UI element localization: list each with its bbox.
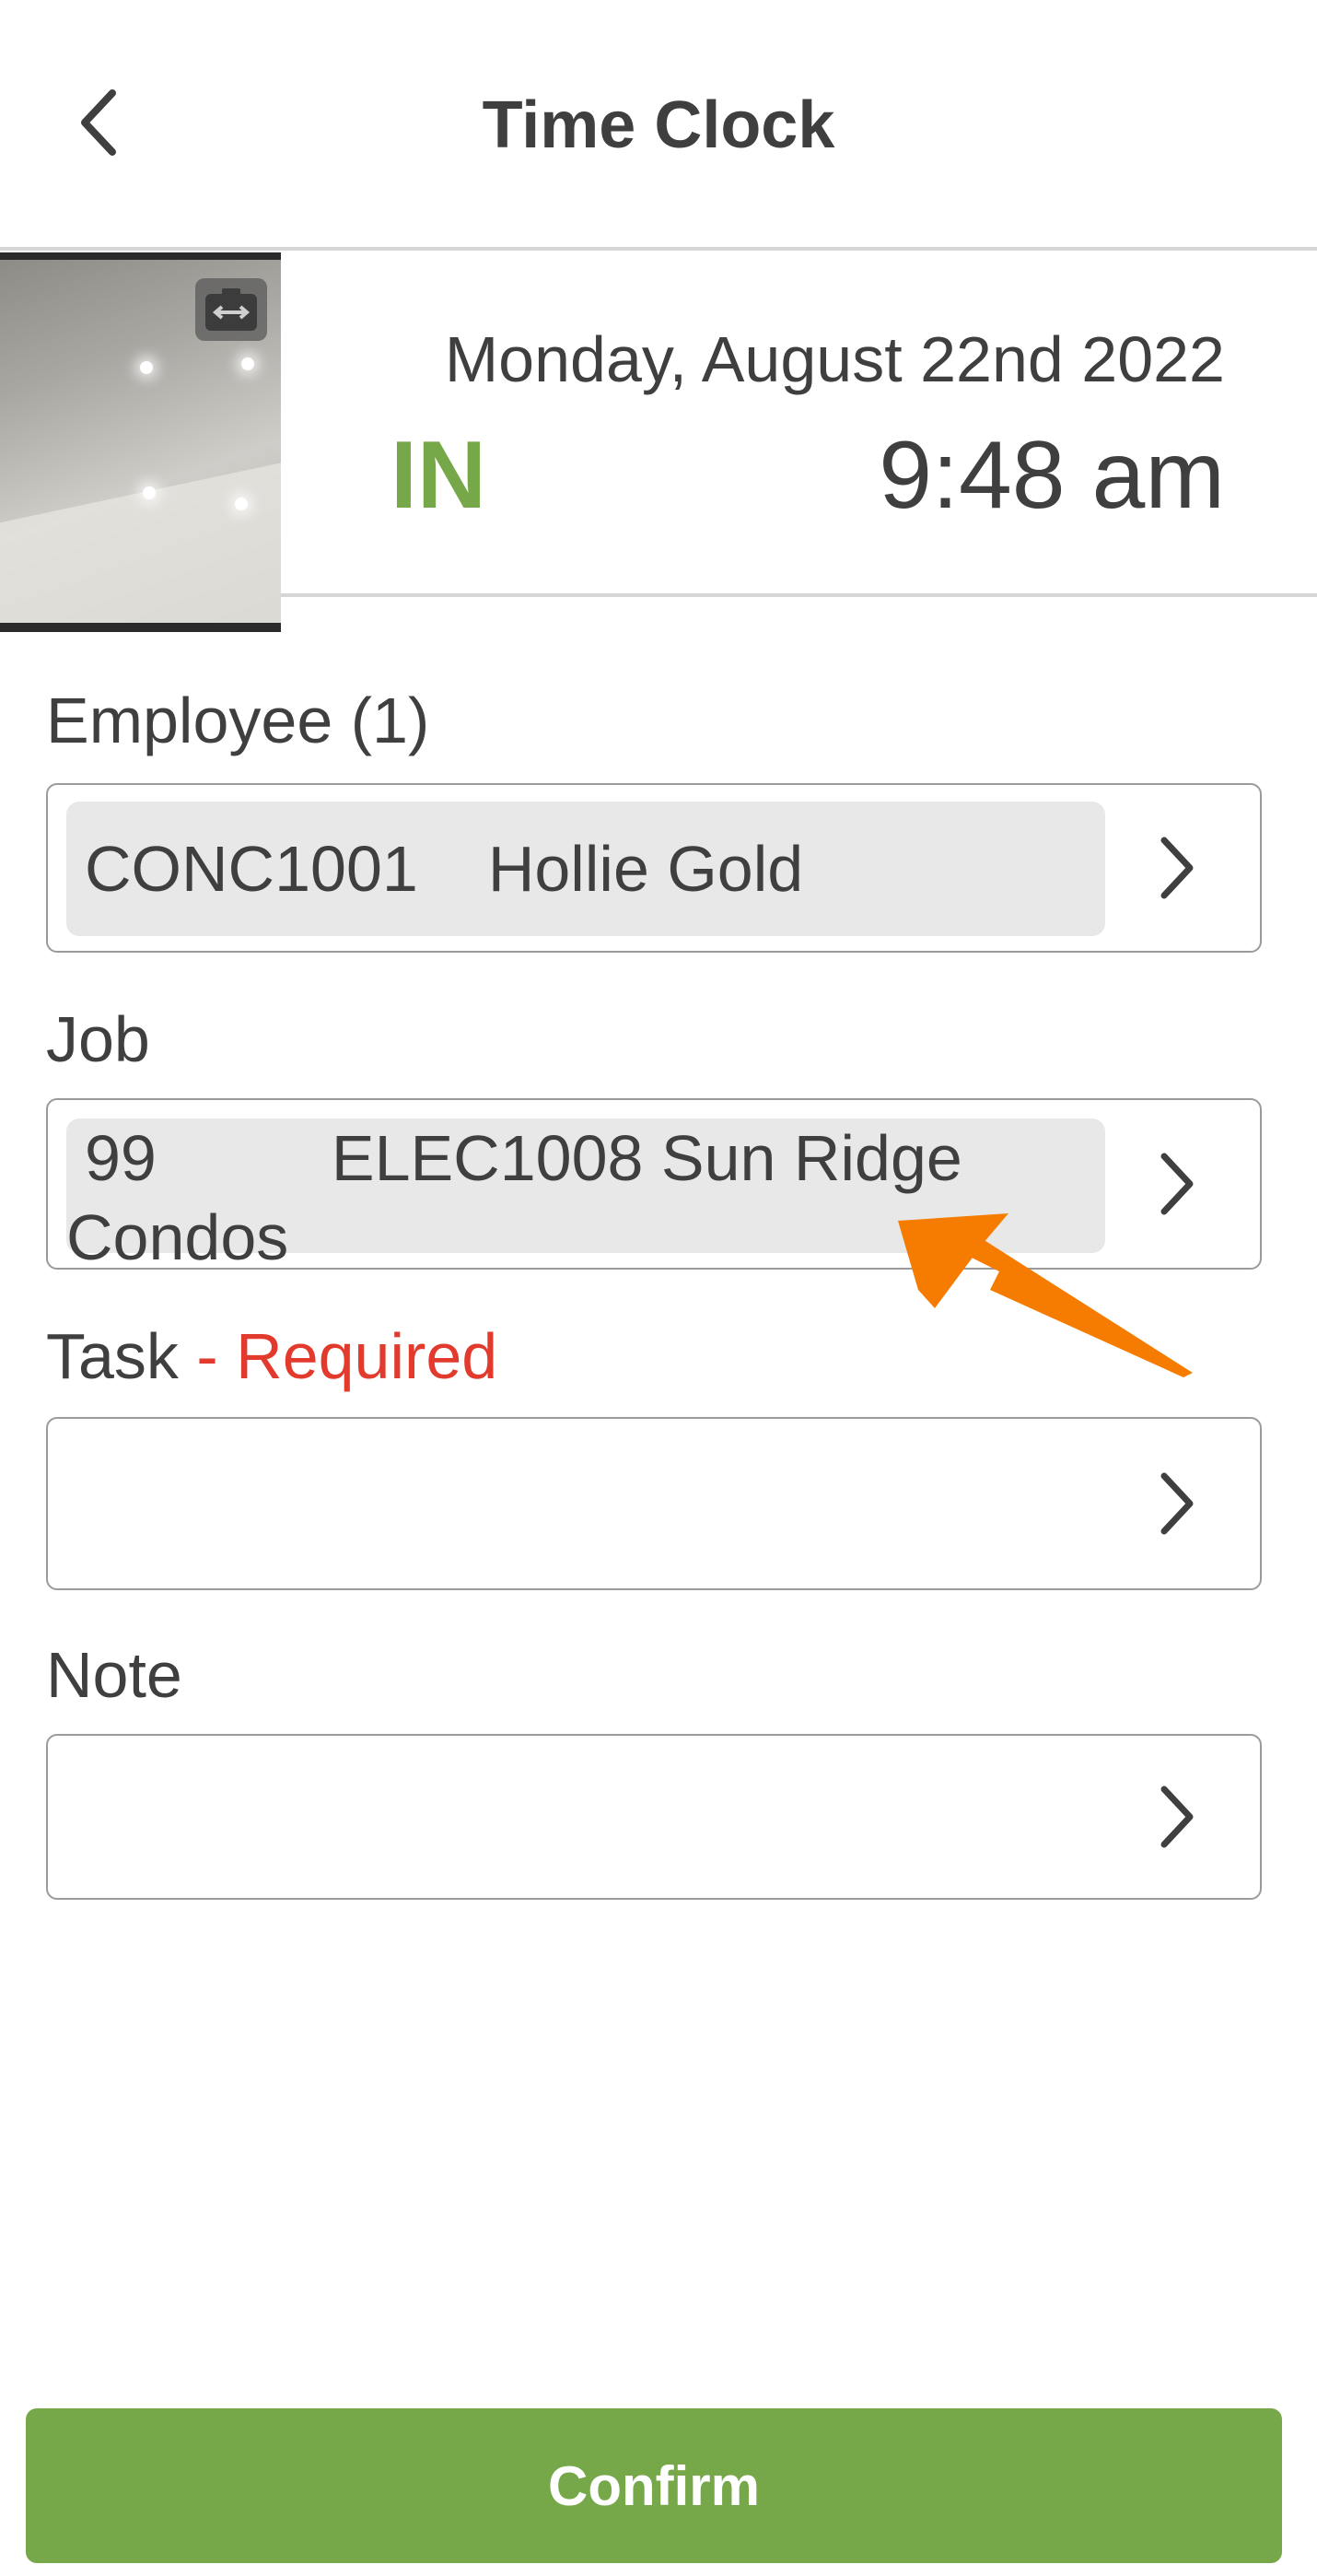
job-label: Job — [46, 1003, 150, 1075]
note-chevron[interactable] — [1149, 1780, 1205, 1854]
employee-label: Employee (1) — [46, 685, 430, 756]
job-name: ELEC1008 Sun Ridge — [331, 1122, 962, 1194]
employee-chip[interactable]: CONC1001 Hollie Gold — [66, 802, 1105, 936]
job-number: 99 — [85, 1122, 157, 1194]
task-field[interactable] — [46, 1417, 1262, 1590]
time-clock-screen: Time Clock Monday, August 22nd 2022 IN 9… — [0, 0, 1317, 2576]
task-label: Task - Required — [46, 1319, 497, 1393]
chevron-right-icon — [1160, 1472, 1194, 1535]
clock-time: 9:48 am — [879, 422, 1225, 529]
app-header: Time Clock — [0, 0, 1317, 251]
employee-name: Hollie Gold — [487, 833, 804, 905]
task-required: - Required — [178, 1320, 498, 1392]
employee-field[interactable]: CONC1001 Hollie Gold — [46, 783, 1262, 953]
employee-chevron[interactable] — [1149, 831, 1205, 905]
task-label-text: Task — [46, 1320, 179, 1392]
clock-date: Monday, August 22nd 2022 — [444, 323, 1225, 395]
chevron-right-icon — [1160, 1786, 1194, 1848]
clock-status: IN — [390, 422, 486, 529]
note-label: Note — [46, 1639, 182, 1711]
page-title: Time Clock — [482, 88, 835, 162]
employee-code: CONC1001 — [85, 833, 418, 905]
chevron-right-icon — [1160, 837, 1194, 899]
switch-camera-button[interactable] — [195, 278, 267, 341]
task-chevron[interactable] — [1149, 1467, 1205, 1540]
divider — [281, 593, 1317, 597]
confirm-button[interactable]: Confirm — [26, 2408, 1282, 2563]
switch-camera-icon — [205, 288, 257, 331]
annotation-arrow-icon — [898, 1213, 1193, 1377]
note-field[interactable] — [46, 1734, 1262, 1900]
